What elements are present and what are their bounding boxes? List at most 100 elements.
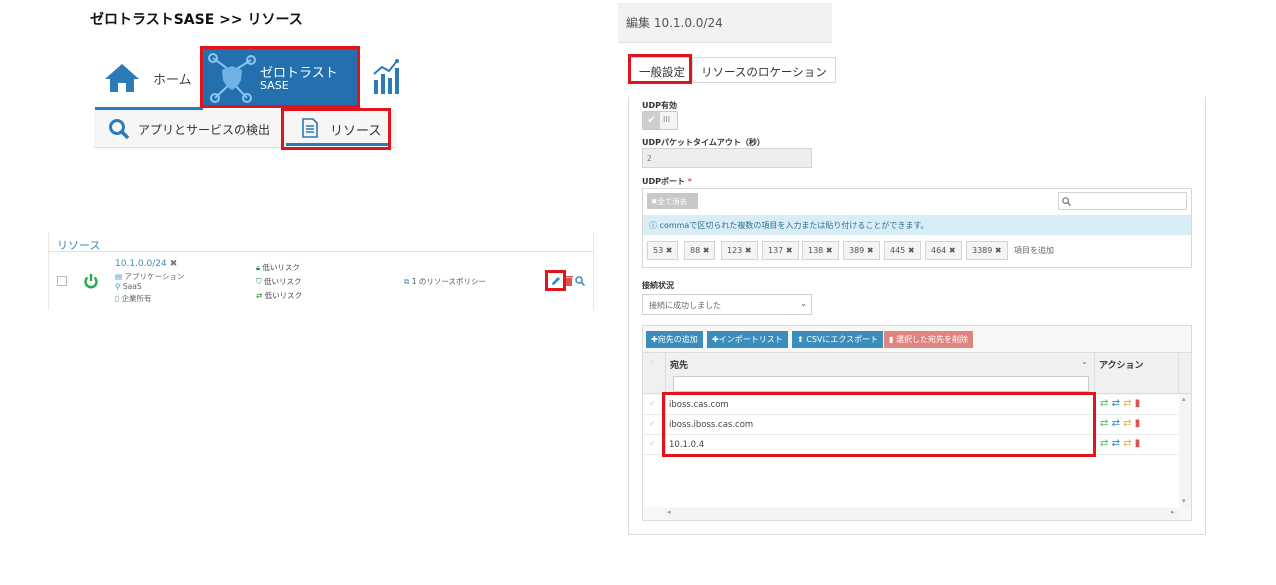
tab-resource-location[interactable]: リソースのロケーション [692,57,836,83]
trash-icon[interactable]: ▮ [1135,438,1141,449]
swap-icon[interactable]: ⇄ [1100,418,1108,429]
udp-enabled-label: UDP有効 [642,101,677,110]
column-actions: アクション [1099,361,1144,371]
power-icon[interactable] [83,273,99,289]
scroll-down-icon[interactable]: ▾ [1182,497,1186,505]
destination-filter-input[interactable] [673,376,1089,392]
resource-owner-text: 企業所有 [121,294,152,303]
remove-chip-icon[interactable]: ✖ [745,246,752,255]
subnav-discover[interactable]: アプリとサービスの検出 [138,121,270,138]
user-icon: ⬆ [797,335,807,344]
row-checkbox[interactable]: ✓ [649,419,656,428]
risk-2: ⛉ 低いリスク [256,276,302,287]
row-checkbox[interactable] [57,276,67,286]
delete-selected-label: 選択した宛先を削除 [895,335,968,344]
remove-icon[interactable]: ✖ [170,259,178,269]
clear-all-button[interactable]: ✖全て消去 [647,193,698,209]
export-csv-button[interactable]: ⬆ CSVにエクスポート [792,331,884,348]
horizontal-scrollbar[interactable] [665,508,1179,519]
column-divider [1178,352,1179,394]
resource-category-text: SaaS [122,282,142,291]
trash-icon[interactable]: ▮ [1135,418,1141,429]
scroll-left-icon[interactable]: ◂ [667,508,671,516]
remove-chip-icon[interactable]: ✖ [666,246,673,255]
select-all-checkbox[interactable]: ✓ [649,357,656,366]
chevron-down-icon[interactable]: ⌄ [1081,357,1088,366]
remove-chip-icon[interactable]: ✖ [786,246,793,255]
grid-empty-area [643,455,1179,507]
swap-icon[interactable]: ⇄ [1112,398,1120,409]
add-destination-button[interactable]: ✚宛先の追加 [646,331,703,348]
risk-1: 🔒︎ 低いリスク [256,262,300,273]
vertical-scrollbar[interactable] [1180,394,1191,507]
udp-timeout-label: UDPパケットタイムアウト（秒） [642,138,765,147]
scroll-right-icon[interactable]: ▸ [1171,508,1175,516]
copy-icon: ⧉ [404,277,412,286]
swap-icon[interactable]: ⇄ [1112,438,1120,449]
resource-owner: ▯ 企業所有 [115,293,152,304]
add-item-input[interactable]: 項目を追加 [1014,245,1054,256]
swap-icon[interactable]: ⇄ [1123,398,1131,409]
remove-chip-icon[interactable]: ✖ [867,246,874,255]
risk-2-text: 低いリスク [264,277,302,286]
highlight-box-destinations [662,392,1096,457]
port-chip[interactable]: 138 ✖ [802,241,839,260]
shield-icon: ⛉ [256,277,265,286]
port-chip[interactable]: 464 ✖ [925,241,962,260]
port-chip-text: 53 [653,246,664,255]
highlight-box-nav [200,46,360,108]
search-icon [1062,197,1071,206]
port-chip[interactable]: 389 ✖ [843,241,880,260]
info-message-text: commaで区切られた複数の項目を入力または貼り付けることができます。 [659,221,929,230]
port-chip[interactable]: 123 ✖ [721,241,758,260]
port-chip[interactable]: 3389 ✖ [966,241,1008,260]
resource-type-text: アプリケーション [124,272,185,281]
row-actions: ⇄ ⇄ ⇄ ▮ [1100,418,1140,429]
swap-icon[interactable]: ⇄ [1100,438,1108,449]
port-chip-text: 389 [849,246,865,255]
swap-icon[interactable]: ⇄ [1112,418,1120,429]
scroll-up-icon[interactable]: ▴ [1182,395,1186,403]
delete-selected-button[interactable]: ▮ 選択した宛先を削除 [884,331,973,348]
port-chip-text: 123 [727,246,743,255]
dialog-title: 編集 10.1.0.0/24 [626,16,723,30]
row-checkbox[interactable]: ✓ [649,399,656,408]
resource-type: ▤ アプリケーション [115,271,184,282]
resource-name-text[interactable]: 10.1.0.0/24 [115,259,167,269]
remove-chip-icon[interactable]: ✖ [995,246,1002,255]
column-divider [665,352,666,394]
analytics-icon[interactable] [372,58,400,96]
search-icon[interactable] [575,276,585,286]
remove-chip-icon[interactable]: ✖ [703,246,710,255]
udp-timeout-field[interactable]: 2 [642,148,812,168]
udp-enabled-toggle[interactable]: ✔ III [642,111,678,130]
row-checkbox[interactable]: ✓ [649,439,656,448]
resource-name[interactable]: 10.1.0.0/24 ✖ [115,259,177,269]
trash-icon[interactable]: ▮ [1135,398,1141,409]
port-chip[interactable]: 53 ✖ [647,241,679,260]
nav-home[interactable]: ホーム [95,52,203,110]
port-chip[interactable]: 88 ✖ [684,241,716,260]
port-search-input[interactable] [1058,192,1187,210]
import-list-button[interactable]: ✚インポートリスト [707,331,788,348]
divider [48,251,594,252]
resource-policy-text[interactable]: 1 のリソースポリシー [412,277,486,286]
remove-chip-icon[interactable]: ✖ [908,246,915,255]
remove-chip-icon[interactable]: ✖ [949,246,956,255]
swap-icon[interactable]: ⇄ [1123,418,1131,429]
column-destination[interactable]: 宛先 [670,358,688,371]
remove-chip-icon[interactable]: ✖ [826,246,833,255]
port-chip[interactable]: 137 ✖ [762,241,799,260]
port-chip[interactable]: 445 ✖ [884,241,921,260]
trash-icon: ▮ [889,335,896,344]
swap-icon[interactable]: ⇄ [1100,398,1108,409]
info-message: ⓘ commaで区切られた複数の項目を入力または貼り付けることができます。 [643,215,1191,235]
dialog-title-bar: 編集 10.1.0.0/24 [618,3,832,43]
port-chip-text: 3389 [972,246,993,255]
connection-status-select[interactable]: 接続に成功しました ⌄ [642,294,812,315]
resource-policy-link[interactable]: ⧉ 1 のリソースポリシー [404,276,486,287]
risk-1-text: 低いリスク [262,263,300,272]
risk-3: ⇄ 低いリスク [256,290,302,301]
swap-icon[interactable]: ⇄ [1123,438,1131,449]
location-icon: ⚲ [115,282,123,291]
